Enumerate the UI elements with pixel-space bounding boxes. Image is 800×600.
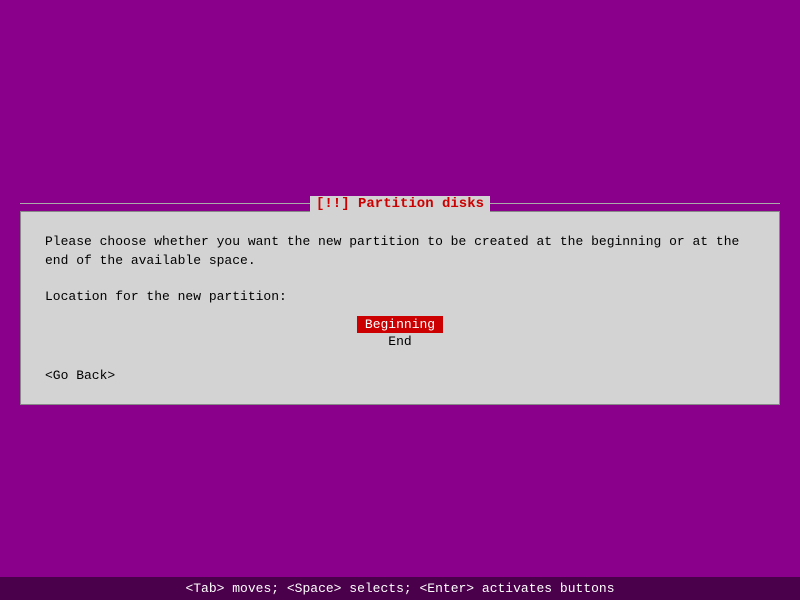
bottom-bar: <Tab> moves; <Space> selects; <Enter> ac…	[0, 577, 800, 600]
location-label: Location for the new partition:	[45, 289, 755, 304]
dialog-title: [!!] Partition disks	[310, 196, 490, 212]
title-line-right	[490, 203, 780, 204]
dialog-box: Please choose whether you want the new p…	[20, 211, 780, 405]
dialog-body: Please choose whether you want the new p…	[45, 232, 755, 271]
go-back-button[interactable]: <Go Back>	[45, 368, 115, 383]
options-container: Beginning End	[45, 316, 755, 350]
body-line2: end of the available space.	[45, 251, 755, 271]
title-line-left	[20, 203, 310, 204]
bottom-bar-text: <Tab> moves; <Space> selects; <Enter> ac…	[185, 581, 614, 596]
dialog-wrapper: [!!] Partition disks Please choose wheth…	[20, 196, 780, 405]
body-line1: Please choose whether you want the new p…	[45, 232, 755, 252]
option-beginning[interactable]: Beginning	[357, 316, 443, 333]
option-end[interactable]: End	[380, 333, 419, 350]
dialog-title-bar: [!!] Partition disks	[20, 196, 780, 212]
